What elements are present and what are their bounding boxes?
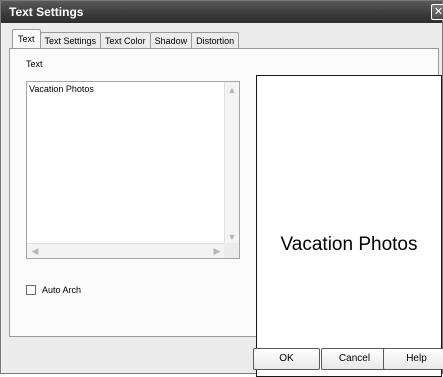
- text-settings-dialog: Text Settings ✕ Text Text Settings Text …: [0, 0, 443, 377]
- tab-strip: Text Text Settings Text Color Shadow Dis…: [12, 29, 240, 48]
- title-bar: Text Settings ✕: [1, 1, 443, 23]
- horizontal-scrollbar[interactable]: ◀ ▶: [27, 243, 224, 258]
- dialog-title: Text Settings: [9, 5, 84, 19]
- tab-text-settings[interactable]: Text Settings: [39, 32, 102, 48]
- auto-arch-label: Auto Arch: [42, 285, 82, 295]
- chevron-down-icon[interactable]: ▼: [225, 230, 239, 244]
- tab-panel: Text Vacation Photos ▲ ▼ ◀ ▶ Auto Arch V…: [9, 48, 442, 377]
- chevron-right-icon[interactable]: ▶: [210, 244, 224, 258]
- text-input-value: Vacation Photos: [29, 84, 94, 94]
- scrollbar-corner: [224, 243, 239, 258]
- tab-text-color[interactable]: Text Color: [100, 32, 151, 48]
- tab-distortion[interactable]: Distortion: [191, 32, 240, 48]
- text-input[interactable]: Vacation Photos ▲ ▼ ◀ ▶: [26, 81, 240, 259]
- auto-arch-checkbox[interactable]: [26, 285, 36, 295]
- chevron-up-icon[interactable]: ▲: [225, 83, 239, 97]
- vertical-scrollbar[interactable]: ▲ ▼: [224, 82, 239, 244]
- auto-arch-option[interactable]: Auto Arch: [26, 285, 81, 295]
- text-field-label: Text: [26, 59, 43, 69]
- close-button[interactable]: ✕: [431, 4, 443, 20]
- help-button[interactable]: Help: [383, 348, 443, 370]
- ok-button[interactable]: OK: [253, 348, 320, 370]
- close-icon: ✕: [433, 6, 443, 18]
- tab-text[interactable]: Text: [12, 29, 41, 48]
- chevron-left-icon[interactable]: ◀: [28, 244, 42, 258]
- tab-shadow[interactable]: Shadow: [149, 32, 193, 48]
- preview-text: Vacation Photos: [280, 234, 418, 255]
- text-preview: Vacation Photos: [256, 75, 442, 377]
- cancel-button[interactable]: Cancel: [321, 348, 388, 370]
